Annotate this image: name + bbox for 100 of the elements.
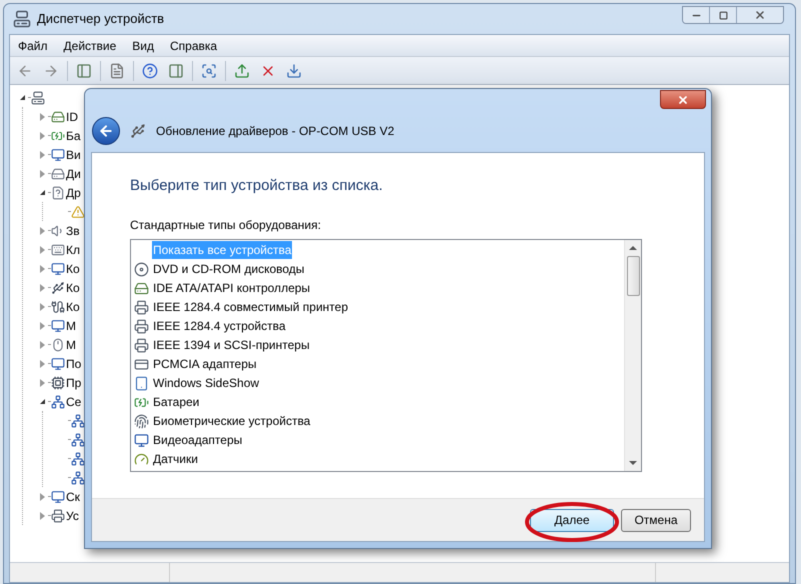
tree-item-label[interactable]: Др: [66, 184, 81, 202]
list-item[interactable]: Батареи: [152, 393, 200, 411]
tree-item-label[interactable]: Кл: [66, 240, 80, 258]
properties-icon: [109, 62, 125, 78]
window-title: Диспетчер устройств: [37, 10, 164, 28]
network-icon: [71, 414, 85, 428]
list-item[interactable]: IDE ATA/ATAPI контроллеры: [152, 279, 312, 297]
list-item[interactable]: Датчики: [152, 450, 199, 468]
list-item[interactable]: PCMCIA адаптеры: [152, 355, 258, 373]
drive-icon: [134, 280, 149, 296]
tree-item-label[interactable]: Пр: [66, 374, 82, 392]
monitor-icon: [51, 148, 65, 162]
tree-item-label[interactable]: Ко: [66, 260, 80, 278]
expand-arrow[interactable]: [40, 150, 44, 158]
monitor-icon: [51, 490, 65, 504]
back-arrow-icon: [98, 122, 114, 138]
network-icon: [71, 432, 85, 446]
close-button[interactable]: [737, 7, 783, 23]
keyboard-icon: [51, 242, 65, 256]
usb-icon: [130, 122, 146, 138]
maximize-icon: [718, 10, 728, 20]
expand-arrow[interactable]: [40, 132, 44, 140]
dialog-button[interactable]: Далее: [530, 508, 614, 532]
card-icon: [134, 356, 149, 372]
tree-item-label[interactable]: ID: [66, 108, 78, 126]
expand-arrow[interactable]: [40, 340, 44, 348]
close-button[interactable]: [660, 90, 706, 109]
list-item[interactable]: Windows SideShow: [152, 374, 260, 392]
network-icon: [71, 452, 85, 466]
expand-arrow[interactable]: [40, 246, 44, 254]
monitor-icon: [51, 318, 65, 332]
collapse-arrow[interactable]: [40, 399, 44, 404]
tree-item-label[interactable]: Ди: [66, 164, 81, 182]
tree-item-label[interactable]: Ск: [66, 488, 80, 506]
menu-item[interactable]: Вид: [132, 36, 154, 54]
download-icon: [286, 62, 302, 78]
collapse-arrow[interactable]: [40, 190, 44, 195]
menu-item[interactable]: Справка: [170, 36, 218, 54]
close-icon: [754, 9, 766, 21]
tree-item-label[interactable]: Ко: [66, 278, 80, 296]
usb-icon: [51, 280, 65, 294]
monitor-icon: [134, 432, 149, 448]
monitor-icon: [51, 262, 65, 276]
tree-item-label[interactable]: Се: [66, 392, 82, 410]
tree-item-label[interactable]: Ус: [66, 506, 79, 524]
tree-item-label[interactable]: М: [66, 316, 76, 334]
menu-item[interactable]: Файл: [18, 36, 48, 54]
printer-icon: [134, 338, 149, 352]
expand-arrow[interactable]: [40, 264, 44, 272]
expand-arrow[interactable]: [40, 226, 44, 234]
expand-arrow[interactable]: [40, 360, 44, 368]
tree-item-label[interactable]: Ба: [66, 126, 81, 144]
list-label: Стандартные типы оборудования:: [130, 216, 322, 234]
fingerprint-icon: [134, 414, 149, 428]
collapse-arrow[interactable]: [20, 95, 24, 100]
update-icon: [234, 62, 250, 78]
disc-icon: [134, 262, 149, 276]
list-item[interactable]: IEEE 1394 и SCSI-принтеры: [152, 336, 311, 354]
tree-item-label[interactable]: Зв: [66, 222, 80, 240]
list-item[interactable]: Видеоадаптеры: [152, 431, 244, 449]
expand-arrow[interactable]: [40, 302, 44, 310]
expand-arrow[interactable]: [40, 512, 44, 520]
network-icon: [51, 394, 65, 408]
printer-icon: [51, 508, 65, 522]
scan-icon: [201, 62, 217, 78]
scrollbar[interactable]: [624, 240, 641, 470]
tree-item-label[interactable]: М: [66, 336, 76, 354]
dialog-title: Обновление драйверов - OP-COM USB V2: [156, 122, 394, 140]
back-button[interactable]: [92, 116, 120, 144]
forward-icon: [43, 62, 59, 78]
dialog-button[interactable]: Отмена: [621, 508, 691, 532]
list-item[interactable]: DVD и CD-ROM дисководы: [152, 260, 306, 278]
computer-icon: [31, 90, 45, 104]
expand-arrow[interactable]: [40, 112, 44, 120]
computer-icon: [13, 10, 31, 28]
tree-item-label[interactable]: По: [66, 354, 82, 372]
monitor-icon: [51, 356, 65, 370]
expand-arrow[interactable]: [40, 322, 44, 330]
printer-icon: [134, 300, 149, 314]
chip-icon: [51, 376, 65, 390]
tree-item-label[interactable]: Ко: [66, 298, 80, 316]
warning-icon: [71, 204, 85, 218]
list-item[interactable]: IEEE 1284.4 совместимый принтер: [152, 298, 350, 316]
cable-icon: [51, 300, 65, 314]
drive-icon: [51, 166, 65, 180]
expand-arrow[interactable]: [40, 170, 44, 178]
printer-icon: [134, 318, 149, 334]
help-button[interactable]: [140, 60, 160, 80]
expand-arrow[interactable]: [40, 284, 44, 292]
menu-item[interactable]: Действие: [64, 36, 116, 54]
panel-icon: [76, 62, 92, 78]
expand-arrow[interactable]: [40, 378, 44, 386]
mouse-icon: [51, 338, 65, 352]
list-item[interactable]: IEEE 1284.4 устройства: [152, 317, 287, 335]
tree-item-label[interactable]: Ви: [66, 146, 81, 164]
list-item[interactable]: Биометрические устройства: [152, 412, 312, 430]
network-icon: [71, 470, 85, 484]
help-icon: [142, 62, 158, 78]
expand-arrow[interactable]: [40, 492, 44, 500]
maximize-button[interactable]: [710, 7, 737, 23]
